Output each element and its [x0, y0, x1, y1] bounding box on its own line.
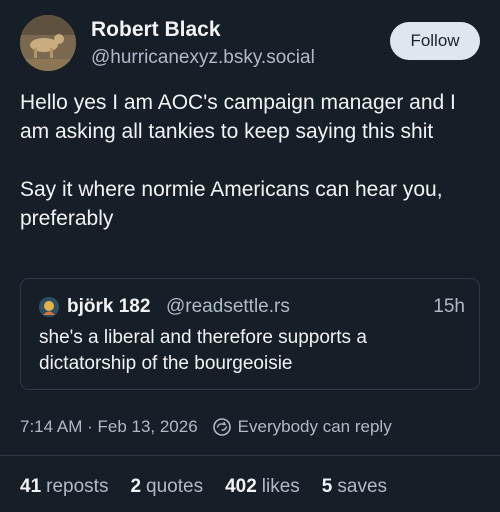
- author-display-name[interactable]: Robert Black: [91, 17, 315, 43]
- quoted-author-handle: @readsettle.rs: [166, 296, 290, 317]
- reply-settings-icon: [212, 417, 232, 437]
- likes-stat[interactable]: 402 likes: [225, 476, 300, 498]
- reply-setting-label: Everybody can reply: [237, 417, 392, 436]
- quoted-post-time: 15h: [433, 296, 465, 317]
- quoted-post-header: björk 182 @readsettle.rs 15h: [39, 295, 465, 319]
- quoted-author-name: björk 182: [67, 296, 151, 317]
- follow-button[interactable]: Follow: [390, 22, 480, 60]
- post: Robert Black @hurricanexyz.bsky.social F…: [0, 0, 500, 512]
- post-timestamp: 7:14 AM · Feb 13, 2026: [20, 417, 198, 436]
- quotes-count: 2: [130, 476, 142, 497]
- saves-count: 5: [321, 476, 333, 497]
- likes-label: likes: [261, 476, 300, 497]
- post-paragraph-2: Say it where normie Americans can hear y…: [20, 178, 443, 230]
- author-avatar[interactable]: [20, 15, 76, 71]
- post-body: Hello yes I am AOC's campaign manager an…: [20, 88, 482, 233]
- quoted-post-text: she's a liberal and therefore supports a…: [39, 327, 367, 374]
- quoted-post[interactable]: björk 182 @readsettle.rs 15h she's a lib…: [20, 278, 480, 390]
- post-stats: 41 reposts 2 quotes 402 likes 5 saves: [20, 474, 409, 500]
- likes-count: 402: [225, 476, 257, 497]
- post-paragraph-1: Hello yes I am AOC's campaign manager an…: [20, 91, 456, 143]
- saves-label: saves: [337, 476, 388, 497]
- post-meta: 7:14 AM · Feb 13, 2026 Everybody can rep…: [20, 415, 392, 439]
- quotes-stat[interactable]: 2 quotes: [130, 476, 203, 498]
- author-names: Robert Black @hurricanexyz.bsky.social: [91, 17, 315, 71]
- reposts-stat[interactable]: 41 reposts: [20, 476, 108, 498]
- post-header: Robert Black @hurricanexyz.bsky.social F…: [20, 15, 480, 73]
- author-handle[interactable]: @hurricanexyz.bsky.social: [91, 45, 315, 71]
- divider: [0, 455, 500, 456]
- quoted-author-avatar: [39, 297, 59, 317]
- reposts-count: 41: [20, 476, 42, 497]
- reposts-label: reposts: [46, 476, 109, 497]
- saves-stat[interactable]: 5 saves: [322, 476, 387, 498]
- quotes-label: quotes: [146, 476, 204, 497]
